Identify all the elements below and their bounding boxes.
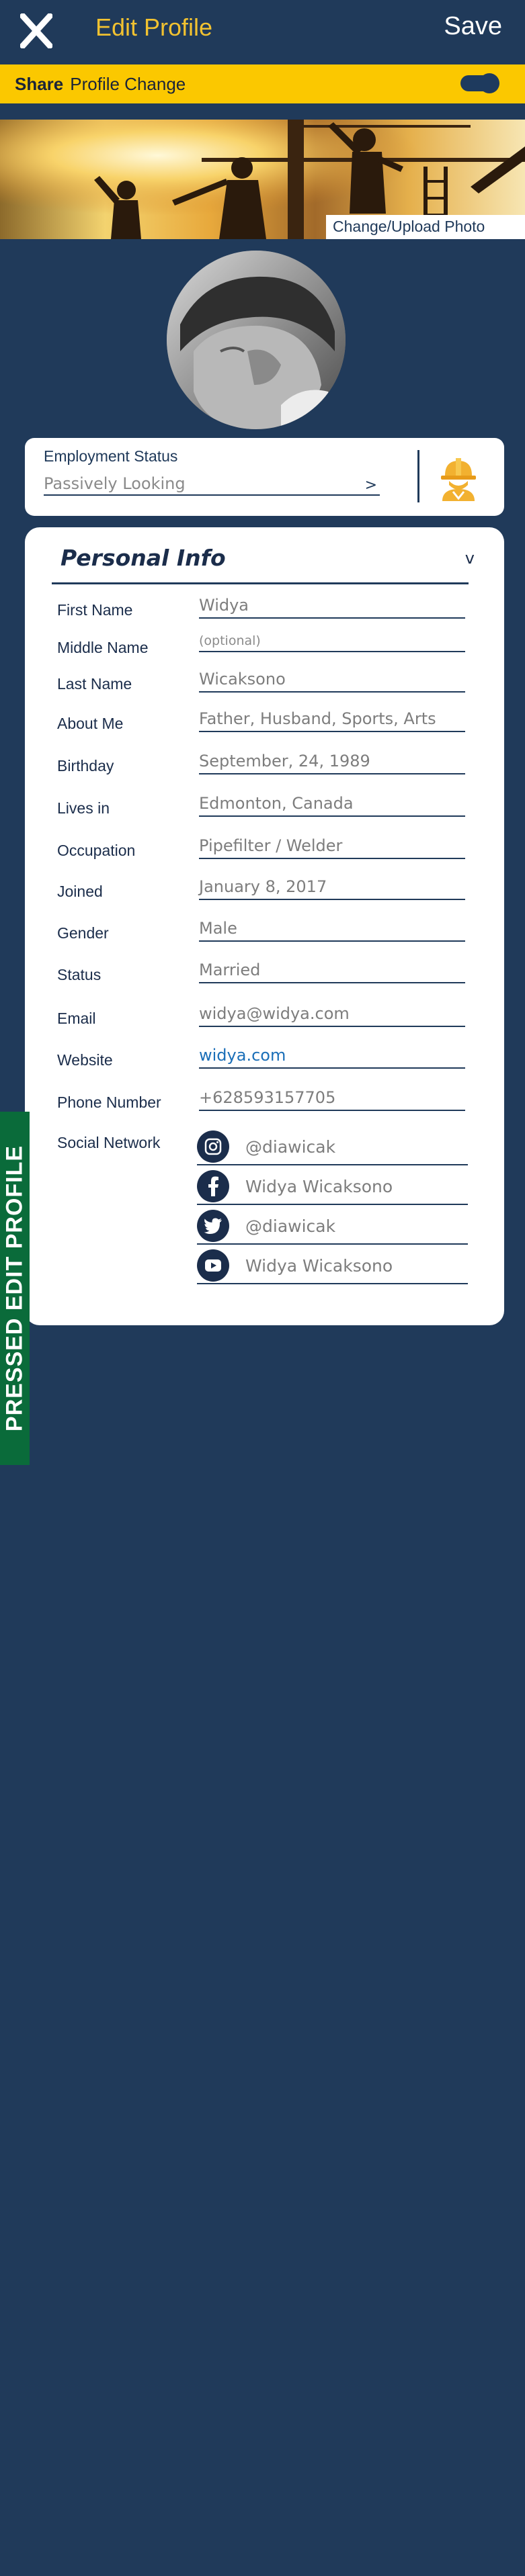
field-email: Email widya@widya.com bbox=[57, 1004, 474, 1038]
share-profile-bar: Share Profile Change bbox=[0, 64, 525, 103]
worker-helmet-icon bbox=[433, 451, 484, 502]
occupation-input[interactable]: Pipefilter / Welder bbox=[199, 836, 465, 859]
share-toggle[interactable] bbox=[460, 73, 499, 93]
youtube-name: Widya Wicaksono bbox=[245, 1256, 393, 1276]
top-bar: Edit Profile Save bbox=[0, 0, 525, 64]
employment-status-card: Employment Status Passively Looking > bbox=[25, 438, 504, 516]
middle-name-input[interactable]: (optional) bbox=[199, 633, 465, 652]
status-input[interactable]: Married bbox=[199, 961, 465, 983]
field-first-name: First Name Widya bbox=[57, 596, 474, 629]
avatar[interactable] bbox=[167, 251, 346, 429]
lives-in-input[interactable]: Edmonton, Canada bbox=[199, 794, 465, 817]
pressed-edit-profile-tab[interactable]: PRESSED EDIT PROFILE bbox=[0, 1112, 30, 1465]
field-gender: Gender Male bbox=[57, 919, 474, 952]
field-label: Last Name bbox=[57, 675, 132, 693]
field-label: About Me bbox=[57, 715, 124, 732]
field-last-name: Last Name Wicaksono bbox=[57, 670, 474, 703]
email-input[interactable]: widya@widya.com bbox=[199, 1004, 465, 1027]
employment-status-label: Employment Status bbox=[44, 447, 178, 465]
employment-status-select[interactable]: Passively Looking > bbox=[44, 474, 380, 496]
field-label: Birthday bbox=[57, 757, 114, 774]
last-name-input[interactable]: Wicaksono bbox=[199, 670, 465, 693]
youtube-icon[interactable] bbox=[197, 1249, 229, 1282]
field-middle-name: Middle Name (optional) bbox=[57, 633, 474, 667]
facebook-icon[interactable] bbox=[197, 1170, 229, 1202]
website-input[interactable]: widya.com bbox=[199, 1046, 465, 1069]
field-label: Gender bbox=[57, 924, 109, 942]
cover-photo: Change/Upload Photo bbox=[0, 120, 525, 239]
field-birthday: Birthday September, 24, 1989 bbox=[57, 752, 474, 785]
chevron-down-icon[interactable]: v bbox=[465, 549, 475, 568]
field-phone-number: Phone Number +628593157705 bbox=[57, 1088, 474, 1122]
field-occupation: Occupation Pipefilter / Welder bbox=[57, 836, 474, 870]
chevron-right-icon: > bbox=[364, 477, 377, 494]
side-tab-label: PRESSED EDIT PROFILE bbox=[1, 1145, 28, 1432]
field-label: Middle Name bbox=[57, 639, 149, 656]
instagram-icon[interactable] bbox=[197, 1130, 229, 1163]
field-about-me: About Me Father, Husband, Sports, Arts bbox=[57, 709, 474, 743]
first-name-input[interactable]: Widya bbox=[199, 596, 465, 619]
birthday-input[interactable]: September, 24, 1989 bbox=[199, 752, 465, 774]
field-joined: Joined January 8, 2017 bbox=[57, 877, 474, 911]
page-title: Edit Profile bbox=[95, 13, 213, 41]
share-label-bold: Share bbox=[15, 74, 64, 94]
field-label: Status bbox=[57, 966, 102, 983]
toggle-knob bbox=[479, 73, 499, 93]
about-me-input[interactable]: Father, Husband, Sports, Arts bbox=[199, 709, 465, 732]
close-icon[interactable] bbox=[17, 11, 55, 51]
share-label-text: Profile Change bbox=[70, 74, 186, 94]
field-website: Website widya.com bbox=[57, 1046, 474, 1079]
field-label: Lives in bbox=[57, 799, 110, 817]
field-label: Occupation bbox=[57, 842, 136, 859]
twitter-handle: @diawicak bbox=[245, 1216, 336, 1236]
profile-photo bbox=[167, 251, 346, 429]
instagram-handle: @diawicak bbox=[245, 1137, 336, 1157]
social-twitter[interactable]: @diawicak bbox=[197, 1210, 468, 1245]
change-upload-photo-button[interactable]: Change/Upload Photo bbox=[326, 215, 525, 239]
personal-info-title: Personal Info bbox=[60, 545, 226, 571]
social-network-label: Social Network bbox=[57, 1134, 161, 1151]
share-label: Share Profile Change bbox=[15, 74, 186, 95]
divider bbox=[417, 450, 419, 502]
divider bbox=[52, 582, 469, 584]
field-label: First Name bbox=[57, 601, 133, 619]
field-label: Email bbox=[57, 1010, 96, 1027]
social-youtube[interactable]: Widya Wicaksono bbox=[197, 1249, 468, 1284]
field-label: Joined bbox=[57, 883, 103, 900]
employment-status-value: Passively Looking bbox=[44, 474, 186, 493]
field-status: Status Married bbox=[57, 961, 474, 994]
twitter-icon[interactable] bbox=[197, 1210, 229, 1242]
field-label: Website bbox=[57, 1051, 113, 1069]
save-button[interactable]: Save bbox=[444, 12, 502, 41]
personal-info-card: Personal Info v First Name Widya Middle … bbox=[25, 527, 504, 1325]
social-instagram[interactable]: @diawicak bbox=[197, 1130, 468, 1165]
field-label: Phone Number bbox=[57, 1094, 161, 1111]
gender-input[interactable]: Male bbox=[199, 919, 465, 942]
facebook-name: Widya Wicaksono bbox=[245, 1177, 393, 1196]
social-facebook[interactable]: Widya Wicaksono bbox=[197, 1170, 468, 1205]
field-lives-in: Lives in Edmonton, Canada bbox=[57, 794, 474, 828]
phone-number-input[interactable]: +628593157705 bbox=[199, 1088, 465, 1111]
joined-input[interactable]: January 8, 2017 bbox=[199, 877, 465, 900]
